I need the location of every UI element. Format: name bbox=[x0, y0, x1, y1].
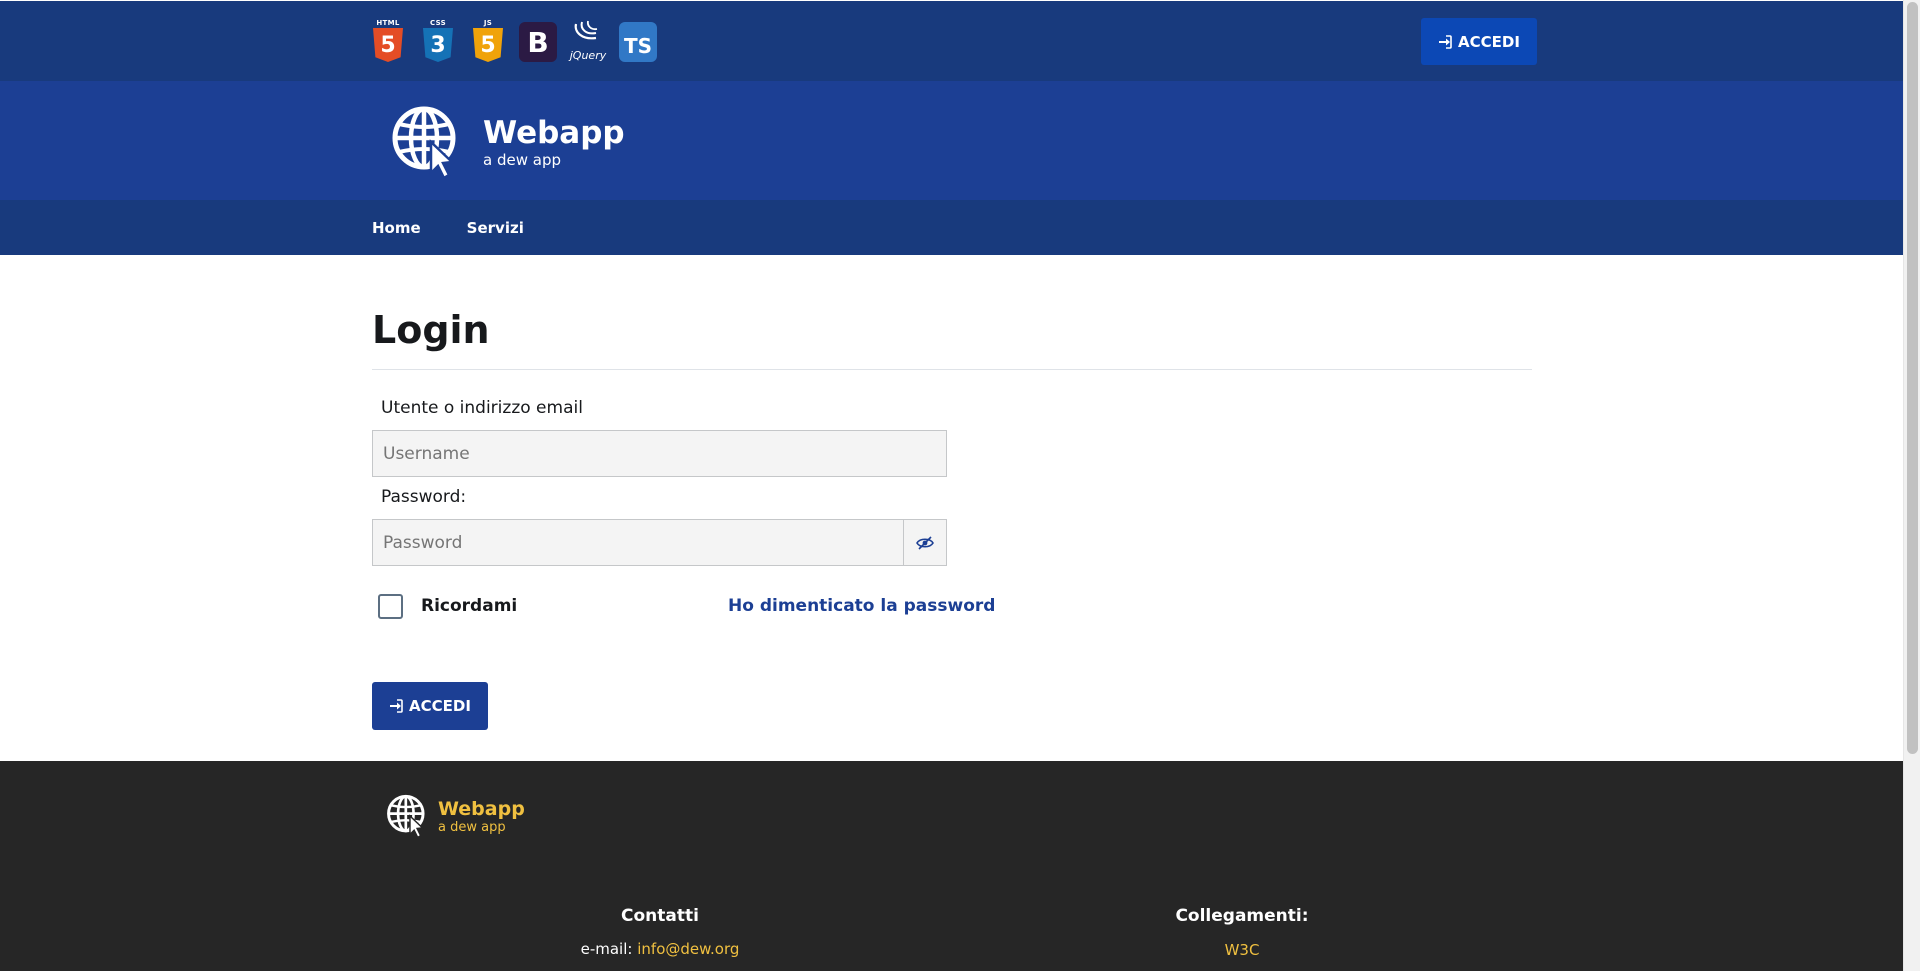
brand-text: Webapp a dew app bbox=[483, 115, 625, 169]
footer-brand-tagline: a dew app bbox=[438, 819, 506, 835]
html5-caption: HTML bbox=[376, 19, 400, 27]
css3-caption: CSS bbox=[430, 19, 446, 27]
header-login-button[interactable]: ACCEDI bbox=[1421, 18, 1537, 65]
page: HTML 5 CSS 3 JS 5 B jQuery TS ACCEDI Web… bbox=[0, 0, 1903, 971]
footer-email-link[interactable]: info@dew.org bbox=[637, 940, 739, 958]
bootstrap-glyph: B bbox=[519, 22, 557, 62]
nav-item-home[interactable]: Home bbox=[372, 219, 421, 237]
footer-brand-text: Webapp a dew app bbox=[438, 798, 525, 835]
css3-glyph: 3 bbox=[423, 28, 453, 62]
sign-in-icon bbox=[1439, 34, 1452, 49]
footer-links-heading: Collegamenti: bbox=[1175, 906, 1309, 926]
footer-email-label: e-mail: bbox=[580, 940, 633, 958]
page-title: Login bbox=[372, 308, 490, 352]
main-nav: Home Servizi bbox=[0, 200, 1903, 255]
jquery-caption: jQuery bbox=[569, 49, 607, 62]
brand-tagline: a dew app bbox=[483, 151, 561, 169]
javascript-icon: JS 5 bbox=[468, 18, 508, 62]
bootstrap-icon: B bbox=[518, 18, 558, 62]
jquery-swirl-icon bbox=[574, 20, 598, 40]
typescript-icon: TS bbox=[618, 18, 658, 62]
nav-item-services[interactable]: Servizi bbox=[467, 219, 524, 237]
footer-brand-title: Webapp bbox=[438, 797, 525, 820]
brand-title: Webapp bbox=[483, 115, 625, 151]
login-submit-label: ACCEDI bbox=[409, 697, 471, 715]
toggle-password-button[interactable] bbox=[903, 519, 947, 566]
password-label: Password: bbox=[381, 487, 467, 507]
scrollbar-thumb[interactable] bbox=[1907, 2, 1918, 754]
page-scrollbar[interactable] bbox=[1903, 0, 1920, 971]
javascript-caption: JS bbox=[483, 19, 493, 27]
header-login-label: ACCEDI bbox=[1458, 32, 1520, 51]
globe-cursor-icon bbox=[387, 794, 425, 838]
sign-in-icon bbox=[390, 699, 403, 713]
globe-cursor-icon bbox=[392, 106, 456, 179]
html5-icon: HTML 5 bbox=[368, 18, 408, 62]
tech-icons: HTML 5 CSS 3 JS 5 B jQuery TS bbox=[368, 18, 658, 62]
html5-glyph: 5 bbox=[373, 28, 403, 62]
forgot-password-link[interactable]: Ho dimenticato la password bbox=[728, 596, 995, 616]
username-input[interactable] bbox=[372, 430, 947, 477]
eye-slash-icon bbox=[916, 535, 934, 550]
footer-brand[interactable]: Webapp a dew app bbox=[386, 794, 525, 838]
slim-header: HTML 5 CSS 3 JS 5 B jQuery TS ACCEDI bbox=[0, 1, 1903, 81]
typescript-glyph: TS bbox=[619, 22, 657, 62]
remember-checkbox[interactable] bbox=[378, 594, 403, 619]
footer-contacts-heading: Contatti bbox=[621, 906, 699, 926]
password-input[interactable] bbox=[372, 519, 904, 566]
center-header: Webapp a dew app bbox=[0, 81, 1903, 200]
css3-icon: CSS 3 bbox=[418, 18, 458, 62]
footer-email-line: e-mail: info@dew.org bbox=[510, 940, 810, 958]
footer: Webapp a dew app Contatti e-mail: info@d… bbox=[0, 761, 1903, 971]
footer-link-w3c[interactable]: W3C bbox=[1225, 941, 1260, 959]
username-label: Utente o indirizzo email bbox=[381, 398, 583, 418]
brand[interactable]: Webapp a dew app bbox=[391, 105, 625, 179]
remember-label[interactable]: Ricordami bbox=[421, 596, 517, 616]
javascript-glyph: 5 bbox=[473, 28, 503, 62]
title-divider bbox=[372, 369, 1532, 370]
jquery-icon: jQuery bbox=[568, 18, 608, 62]
login-submit-button[interactable]: ACCEDI bbox=[372, 682, 488, 730]
footer-contacts: Contatti e-mail: info@dew.org bbox=[510, 906, 810, 958]
footer-links: Collegamenti: W3C bbox=[1092, 906, 1392, 959]
